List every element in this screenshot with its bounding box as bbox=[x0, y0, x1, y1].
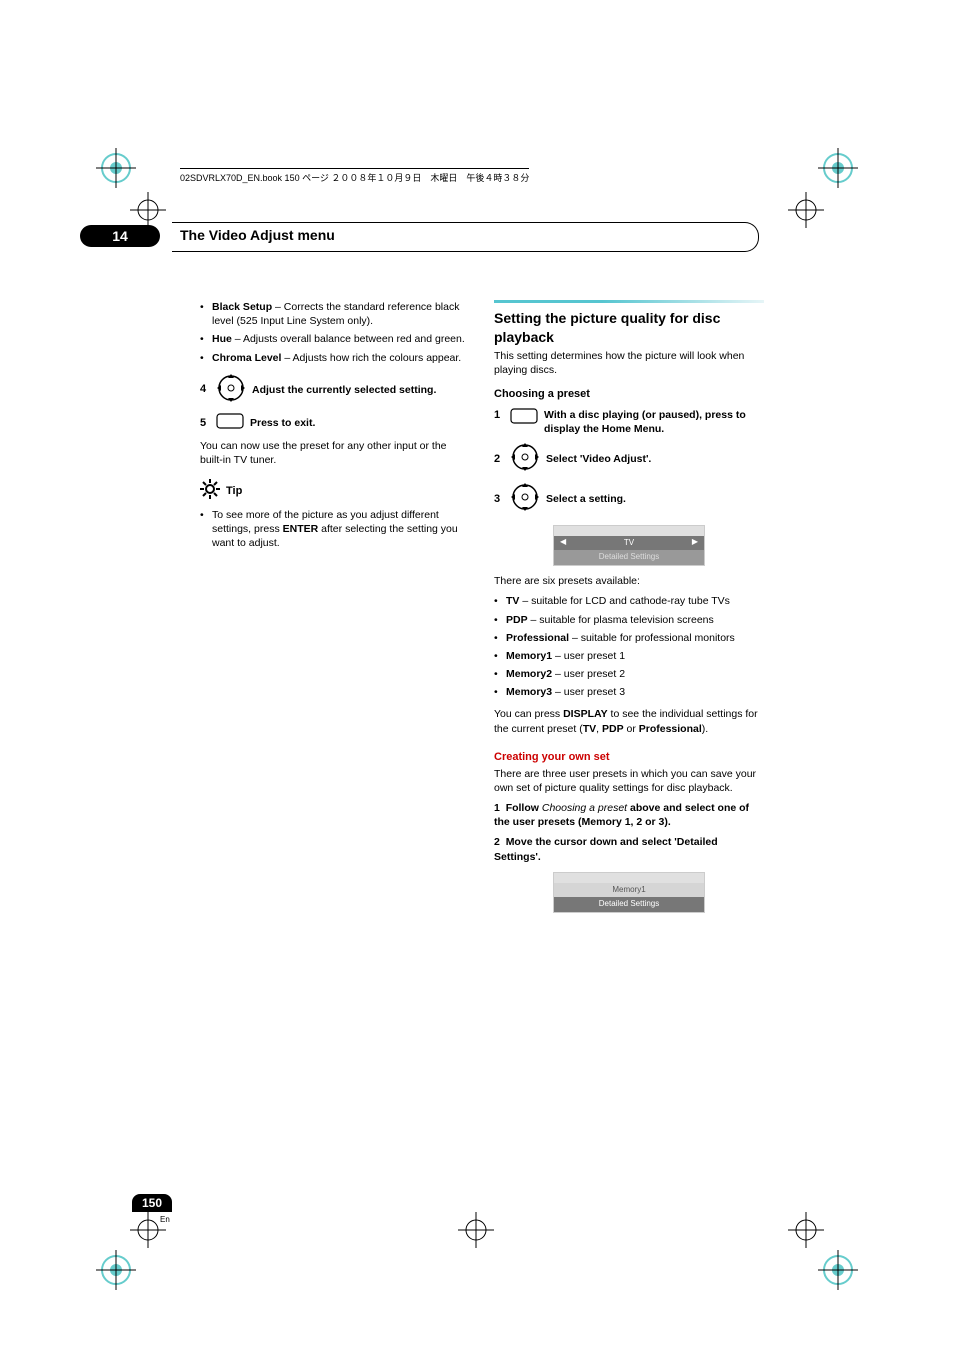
chapter-title: The Video Adjust menu bbox=[180, 227, 335, 243]
step-5: 5 Press to exit. bbox=[200, 413, 470, 433]
dpad-icon bbox=[510, 442, 540, 476]
crosshair-icon bbox=[786, 190, 826, 230]
list-item: Memory3 – user preset 3 bbox=[494, 685, 764, 699]
book-header: 02SDVRLX70D_EN.book 150 ページ ２００８年１０月９日 木… bbox=[180, 168, 529, 184]
regmark-icon bbox=[818, 148, 858, 188]
presets-intro: There are six presets available: bbox=[494, 574, 764, 588]
create-step-2: 2 Move the cursor down and select 'Detai… bbox=[494, 835, 764, 863]
step-2: 2 Select 'Video Adjust'. bbox=[494, 442, 764, 476]
regmark-icon bbox=[96, 1250, 136, 1290]
list-item: To see more of the picture as you adjust… bbox=[200, 508, 470, 551]
crosshair-icon bbox=[786, 1210, 826, 1250]
list-item: Memory1 – user preset 1 bbox=[494, 649, 764, 663]
button-icon bbox=[510, 408, 538, 428]
create-step-1: 1 Follow Choosing a preset above and sel… bbox=[494, 801, 764, 829]
list-item: Professional – suitable for professional… bbox=[494, 631, 764, 645]
tip-list: To see more of the picture as you adjust… bbox=[200, 508, 470, 551]
gear-icon bbox=[200, 479, 220, 503]
crosshair-icon bbox=[128, 190, 168, 230]
list-item: Memory2 – user preset 2 bbox=[494, 667, 764, 681]
chapter-number: 14 bbox=[80, 225, 160, 247]
ui-preview-1: ◀ TV ▶ Detailed Settings bbox=[553, 525, 705, 567]
regmark-icon bbox=[96, 148, 136, 188]
section-title: Setting the picture quality for disc pla… bbox=[494, 309, 764, 347]
list-item: TV – suitable for LCD and cathode-ray tu… bbox=[494, 594, 764, 608]
list-item: PDP – suitable for plasma television scr… bbox=[494, 613, 764, 627]
tip-heading: Tip bbox=[200, 479, 470, 503]
step-1: 1 With a disc playing (or paused), press… bbox=[494, 408, 764, 436]
crosshair-icon bbox=[128, 1210, 168, 1250]
adjustments-list: Black Setup – Corrects the standard refe… bbox=[200, 300, 470, 365]
list-item: Chroma Level – Adjusts how rich the colo… bbox=[200, 351, 470, 365]
button-icon bbox=[216, 413, 244, 433]
presets-list: TV – suitable for LCD and cathode-ray tu… bbox=[494, 594, 764, 699]
arrow-left-icon: ◀ bbox=[560, 537, 566, 548]
chapter-header: 14 The Video Adjust menu bbox=[80, 225, 780, 253]
arrow-right-icon: ▶ bbox=[692, 537, 698, 548]
list-item: Hue – Adjusts overall balance between re… bbox=[200, 332, 470, 346]
step-3: 3 Select a setting. bbox=[494, 482, 764, 516]
list-item: Black Setup – Corrects the standard refe… bbox=[200, 300, 470, 328]
subhead-choosing: Choosing a preset bbox=[494, 387, 764, 402]
step-5-note: You can now use the preset for any other… bbox=[200, 439, 470, 467]
subhead-creating: Creating your own set bbox=[494, 750, 764, 765]
ui-preview-2: Memory1 Detailed Settings bbox=[553, 872, 705, 914]
left-column: Black Setup – Corrects the standard refe… bbox=[200, 300, 470, 921]
dpad-icon bbox=[216, 373, 246, 407]
right-column: Setting the picture quality for disc pla… bbox=[494, 300, 764, 921]
regmark-icon bbox=[818, 1250, 858, 1290]
presets-note: You can press DISPLAY to see the individ… bbox=[494, 707, 764, 735]
sub2-intro: There are three user presets in which yo… bbox=[494, 767, 764, 795]
dpad-icon bbox=[510, 482, 540, 516]
step-4: 4 Adjust the currently selected setting. bbox=[200, 373, 470, 407]
section-intro: This setting determines how the picture … bbox=[494, 349, 764, 377]
crosshair-icon bbox=[456, 1210, 496, 1250]
